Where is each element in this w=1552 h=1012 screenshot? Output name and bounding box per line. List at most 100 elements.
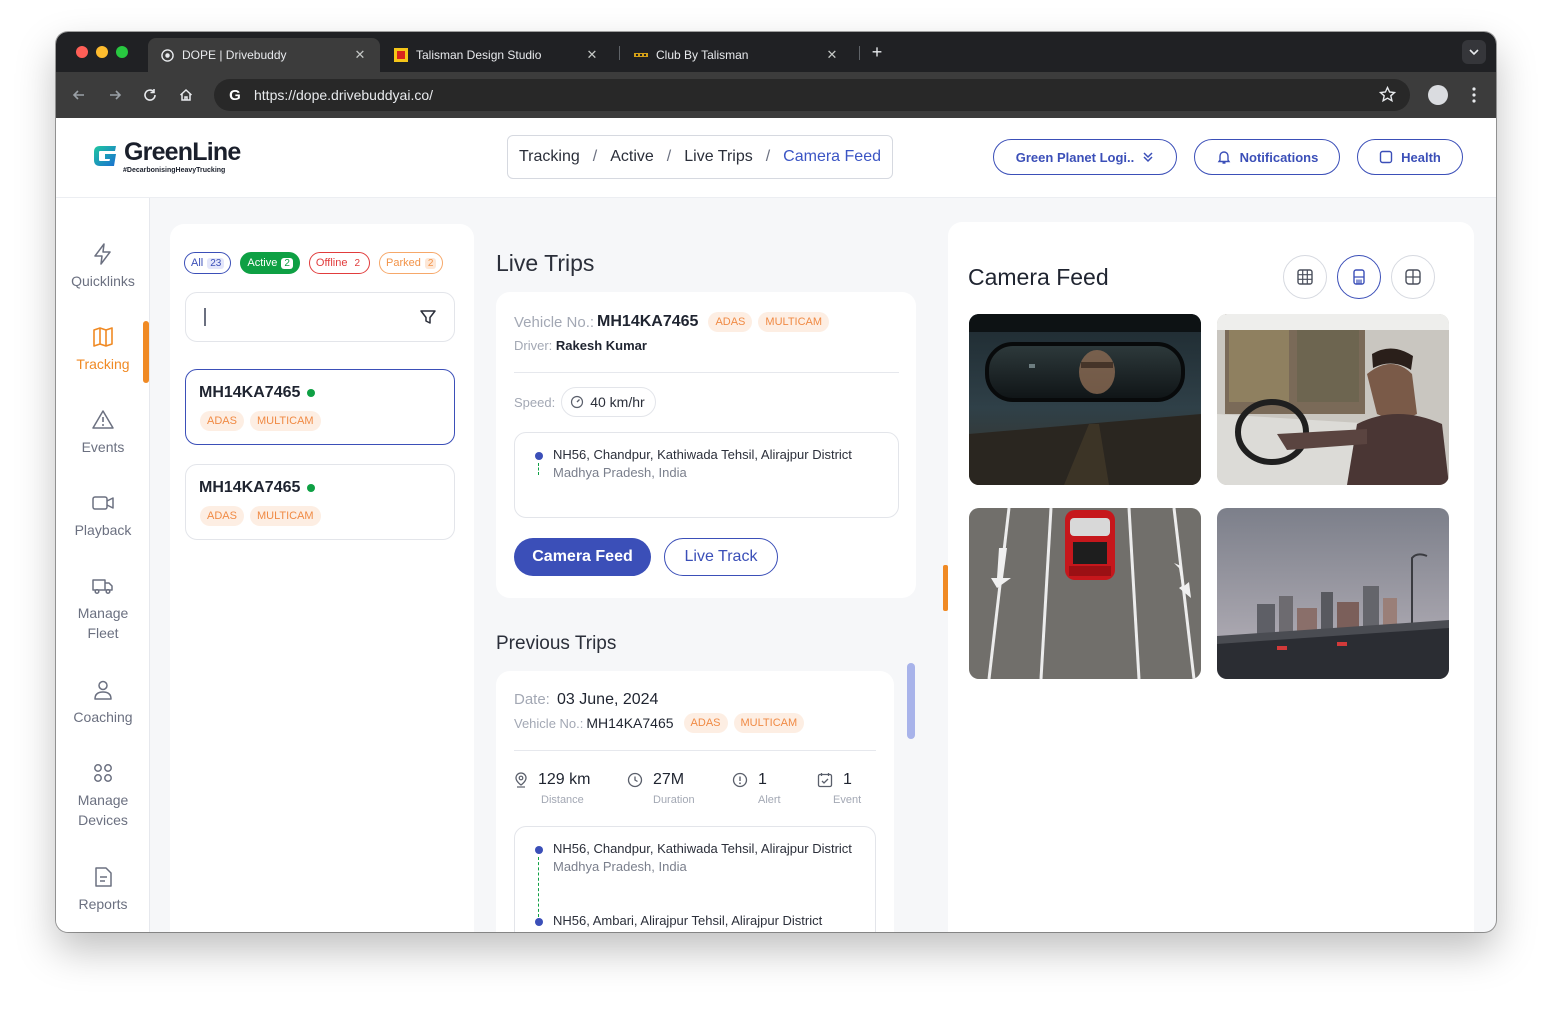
filter-icon[interactable] (419, 308, 437, 331)
vehicle-number: MH14KA7465 (199, 384, 316, 402)
reload-icon (144, 89, 156, 101)
notifications-button[interactable]: Notifications (1194, 139, 1340, 175)
vehicle-number-text: MH14KA7465 (199, 384, 301, 401)
tab-close-icon[interactable]: ✕ (584, 47, 600, 63)
sidebar-item-manage-fleet[interactable]: Manage Fleet (56, 574, 150, 643)
vehicle-number: MH14KA7465 (199, 479, 316, 497)
live-trip-speed: Speed: 40 km/hr (514, 387, 656, 417)
stat-value: 129 km (538, 771, 591, 788)
arrow-right-icon (110, 90, 122, 100)
browser-tab-club[interactable]: Club By Talisman ✕ (622, 38, 852, 72)
camera-feed-road-top-view[interactable] (969, 508, 1201, 679)
arrow-left-icon (72, 90, 84, 100)
driver-label: Driver: (514, 338, 553, 353)
route-line (538, 463, 539, 475)
tab-title: DOPE | Drivebuddy (182, 48, 287, 62)
organization-select[interactable]: Green Planet Logi.. (993, 139, 1177, 175)
address-line-2: Madhya Pradesh, India (553, 465, 687, 480)
sidebar-active-indicator (143, 321, 149, 383)
speed-value: 40 km/hr (590, 394, 645, 410)
camera-feed-driver-cabin[interactable] (1217, 314, 1449, 485)
browser-toolbar: G https://dope.drivebuddyai.co/ (56, 72, 1496, 118)
checkbox-icon (1379, 150, 1393, 164)
sidebar-item-playback[interactable]: Playback (56, 491, 150, 540)
back-button[interactable] (68, 84, 90, 106)
breadcrumb-item-active[interactable]: Active (610, 148, 654, 166)
vehicle-label: Vehicle No.: (514, 715, 584, 731)
layout-grid-2x2-button[interactable] (1391, 255, 1435, 299)
vehicle-number: MH14KA7465 (586, 715, 674, 731)
sidebar-item-label: Reports (78, 896, 128, 912)
new-tab-button[interactable]: + (866, 40, 888, 64)
browser-tab-talisman[interactable]: Talisman Design Studio ✕ (382, 38, 612, 72)
layout-grid-3x3-button[interactable] (1283, 255, 1327, 299)
vehicle-card[interactable]: MH14KA7465 ADAS MULTICAM (185, 369, 455, 445)
calendar-check-icon (817, 772, 833, 788)
chrome-favicon-icon (160, 48, 174, 62)
camera-feed-button[interactable]: Camera Feed (514, 538, 651, 576)
logo-text: GreenLine (124, 138, 241, 166)
filter-chip-active[interactable]: Active 2 (240, 252, 300, 274)
greenline-logo[interactable]: GreenLine #DecarbonisingHeavyTrucking (90, 138, 241, 174)
tab-close-icon[interactable]: ✕ (824, 47, 840, 63)
breadcrumb-item-live-trips[interactable]: Live Trips (684, 148, 752, 166)
sidebar-item-quicklinks[interactable]: Quicklinks (56, 242, 150, 291)
health-button[interactable]: Health (1357, 139, 1463, 175)
filter-chip-offline[interactable]: Offline 2 (308, 252, 371, 274)
online-status-dot (307, 389, 316, 397)
filter-chip-count: 23 (207, 257, 225, 269)
search-input[interactable] (200, 305, 400, 331)
user-icon (94, 680, 112, 700)
forward-button[interactable] (104, 84, 126, 106)
grid-icon (94, 764, 112, 782)
address-bar[interactable]: G https://dope.drivebuddyai.co/ (214, 79, 1410, 111)
status-filter-chips: All 23 Active 2 Offline 2 Parked 2 (184, 252, 444, 274)
maximize-window-button[interactable] (116, 46, 128, 58)
browser-menu-button[interactable] (1464, 83, 1484, 107)
tag-adas: ADAS (200, 506, 244, 526)
breadcrumb-item-tracking[interactable]: Tracking (519, 148, 580, 166)
reload-button[interactable] (139, 84, 161, 106)
live-track-button[interactable]: Live Track (664, 538, 778, 576)
map-icon (93, 327, 113, 347)
home-button[interactable] (175, 84, 197, 106)
filter-chip-label: Active (247, 257, 278, 269)
stat-label: Event (833, 794, 862, 806)
close-window-button[interactable] (76, 46, 88, 58)
sidebar-item-reports[interactable]: Reports (56, 865, 150, 914)
layout-single-column-button[interactable] (1337, 255, 1381, 299)
tag-adas: ADAS (200, 411, 244, 431)
tab-search-button[interactable] (1462, 40, 1486, 64)
notifications-label: Notifications (1239, 149, 1319, 165)
google-icon: G (229, 86, 241, 104)
filter-chip-parked[interactable]: Parked 2 (379, 252, 444, 274)
sidebar-item-coaching[interactable]: Coaching (56, 678, 150, 727)
bookmark-star-icon[interactable] (1378, 85, 1397, 108)
breadcrumb-separator: / (592, 148, 598, 165)
sidebar-item-events[interactable]: Events (56, 408, 150, 457)
camera-feed-rear-view-mirror[interactable] (969, 314, 1201, 485)
scrollbar-thumb[interactable] (907, 663, 915, 739)
sidebar-item-label: Coaching (73, 709, 133, 725)
sidebar-item-manage-devices[interactable]: Manage Devices (56, 761, 150, 830)
minimize-window-button[interactable] (96, 46, 108, 58)
filter-chip-all[interactable]: All 23 (184, 252, 232, 274)
vehicle-card[interactable]: MH14KA7465 ADAS MULTICAM (185, 464, 455, 540)
sidebar-item-label: Tracking (76, 356, 130, 372)
vehicle-tags: ADAS MULTICAM (200, 411, 321, 431)
address-line-1: NH56, Chandpur, Kathiwada Tehsil, Aliraj… (553, 447, 852, 462)
grid-2x2-icon (1405, 269, 1421, 285)
url-text: https://dope.drivebuddyai.co/ (254, 87, 434, 103)
lightning-icon (94, 243, 111, 265)
browser-window: DOPE | Drivebuddy ✕ Talisman Design Stud… (56, 32, 1496, 932)
camera-feed-city-skyline[interactable] (1217, 508, 1449, 679)
divider (514, 372, 899, 373)
tab-close-icon[interactable]: ✕ (352, 47, 368, 63)
profile-avatar[interactable] (1428, 85, 1448, 105)
date-label: Date: (514, 691, 550, 708)
browser-tab-dope[interactable]: DOPE | Drivebuddy ✕ (148, 38, 380, 72)
previous-trip-card[interactable]: Date: 03 June, 2024 Vehicle No.: MH14KA7… (496, 671, 894, 932)
date-value: 03 June, 2024 (557, 691, 659, 708)
filter-chip-count: 2 (354, 257, 361, 269)
sidebar-item-tracking[interactable]: Tracking (56, 325, 150, 374)
